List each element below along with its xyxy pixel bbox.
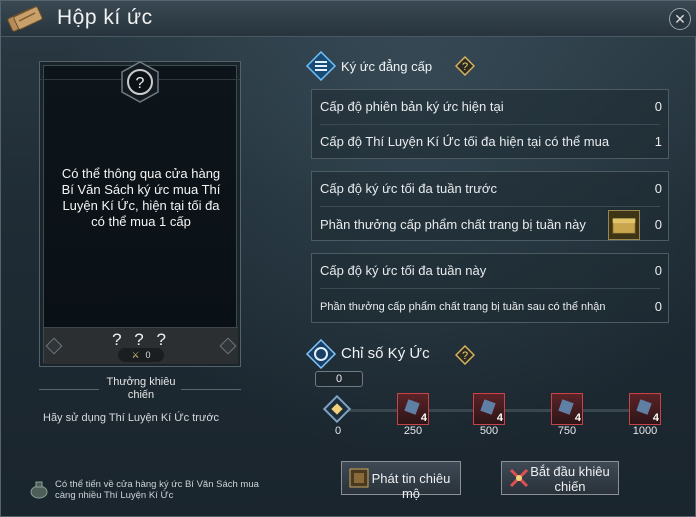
milestone-count: 4 xyxy=(574,412,581,424)
info-label: Cấp độ ký ức tối đa tuần trước xyxy=(320,181,497,196)
scroll-reward-icon xyxy=(404,399,420,415)
hint-text: Hãy sử dụng Thí Luyện Kí Ức trước xyxy=(43,412,220,424)
info-box-this-week: Cấp độ ký ức tối đa tuần này 0 Phần thưở… xyxy=(311,253,669,323)
info-row: Cấp độ ký ức tối đa tuần trước 0 xyxy=(312,172,668,206)
info-value: 0 xyxy=(654,181,662,196)
list-emblem-icon xyxy=(305,51,337,81)
tick-label: 1000 xyxy=(632,425,658,437)
title-bar: Hộp kí ức ✕ xyxy=(1,1,696,37)
row-divider xyxy=(320,206,660,207)
tick-label: 750 xyxy=(557,425,577,437)
card-bottom-band: ? ? ? ⚔ 0 xyxy=(44,327,238,364)
svg-text:?: ? xyxy=(462,350,468,362)
start-challenge-label: Bắt đầu khiêu chiến xyxy=(530,464,610,494)
info-row: Cấp độ phiên bản ký ức hiện tại 0 xyxy=(312,90,668,124)
close-button[interactable]: ✕ xyxy=(669,8,691,30)
close-icon: ✕ xyxy=(674,11,686,27)
divider xyxy=(181,389,241,390)
memory-emblem-icon xyxy=(305,339,337,369)
start-marker-core xyxy=(331,403,343,415)
milestone-count: 4 xyxy=(652,412,659,424)
info-row: Cấp độ ký ức tối đa tuần này 0 xyxy=(312,254,668,288)
help-icon[interactable]: ? xyxy=(455,345,475,365)
tick-label: 250 xyxy=(403,425,423,437)
info-label: Phần thưởng cấp phẩm chất trang bị tuần … xyxy=(320,301,606,313)
divider xyxy=(39,389,99,390)
tick-label: 0 xyxy=(334,425,342,437)
index-section-header: Chỉ số Ký Ức ? xyxy=(305,339,505,369)
shop-note-text: Có thể tiến về cửa hàng ký ức Bí Văn Sác… xyxy=(55,479,259,501)
card-count-value: 0 xyxy=(145,350,151,360)
equipment-chest-icon[interactable] xyxy=(608,210,640,240)
info-value: 0 xyxy=(654,299,662,314)
broadcast-recruit-button[interactable]: Phát tin chiêu mộ xyxy=(341,461,461,501)
card-count-badge: ⚔ 0 xyxy=(118,348,164,362)
scroll-reward-icon xyxy=(636,399,652,415)
info-box-last-week: Cấp độ ký ức tối đa tuần trước 0 Phần th… xyxy=(311,171,669,241)
milestone-reward[interactable]: 4 xyxy=(397,393,429,425)
question-mark-icon: ? xyxy=(121,61,159,103)
milestone-count: 4 xyxy=(420,412,427,424)
svg-text:?: ? xyxy=(462,61,468,73)
memory-box-window: Hộp kí ức ✕ ? Có thể thông qua cửa hàng … xyxy=(0,0,696,517)
info-row: Phần thưởng cấp phẩm chất trang bị tuần … xyxy=(312,208,668,242)
reward-label: Thưởng khiêu chiến xyxy=(106,376,176,401)
sword-icon: ⚔ xyxy=(131,350,140,360)
start-marker-icon xyxy=(322,394,352,424)
info-label: Cấp độ phiên bản ký ức hiện tại xyxy=(320,99,504,114)
broadcast-recruit-label: Phát tin chiêu mộ xyxy=(371,471,451,501)
pouch-icon xyxy=(30,481,48,499)
level-section-title: Ký ức đẳng cấp xyxy=(341,59,433,74)
index-section-title: Chỉ số Ký Ức xyxy=(341,345,430,362)
milestone-reward[interactable]: 4 xyxy=(473,393,505,425)
svg-text:?: ? xyxy=(136,75,145,92)
info-label: Phần thưởng cấp phẩm chất trang bị tuần … xyxy=(320,217,586,232)
index-current-value: 0 xyxy=(315,371,363,387)
reward-label-row: Thưởng khiêu chiến xyxy=(39,376,241,402)
info-row: Phần thưởng cấp phẩm chất trang bị tuần … xyxy=(312,290,668,324)
level-section-header: Ký ức đẳng cấp ? xyxy=(305,51,505,81)
info-label: Cấp độ Thí Luyện Kí Ức tối đa hiện tại c… xyxy=(320,134,610,149)
memory-card: ? Có thể thông qua cửa hàng Bí Văn Sách … xyxy=(39,61,241,367)
info-value: 0 xyxy=(654,99,662,114)
milestone-reward[interactable]: 4 xyxy=(551,393,583,425)
row-divider xyxy=(320,288,660,289)
start-challenge-button[interactable]: Bắt đầu khiêu chiến xyxy=(501,461,619,495)
info-value: 0 xyxy=(654,263,662,278)
card-description: Có thể thông qua cửa hàng Bí Văn Sách ký… xyxy=(61,166,221,229)
memory-index-track: 0 0 4 250 4 500 4 750 4 1000 xyxy=(315,371,675,441)
info-value: 0 xyxy=(654,217,662,232)
tick-label: 500 xyxy=(479,425,499,437)
book-bundle-icon xyxy=(7,6,43,32)
help-icon[interactable]: ? xyxy=(455,56,475,76)
scroll-reward-icon xyxy=(558,399,574,415)
info-label: Cấp độ ký ức tối đa tuần này xyxy=(320,263,487,278)
info-value: 1 xyxy=(654,134,662,149)
scroll-reward-icon xyxy=(480,399,496,415)
card-name: ? ? ? xyxy=(112,330,170,349)
info-box-current: Cấp độ phiên bản ký ức hiện tại 0 Cấp độ… xyxy=(311,89,669,159)
milestone-count: 4 xyxy=(496,412,503,424)
window-title: Hộp kí ức xyxy=(57,6,153,29)
milestone-reward[interactable]: 4 xyxy=(629,393,661,425)
info-row: Cấp độ Thí Luyện Kí Ức tối đa hiện tại c… xyxy=(312,125,668,159)
